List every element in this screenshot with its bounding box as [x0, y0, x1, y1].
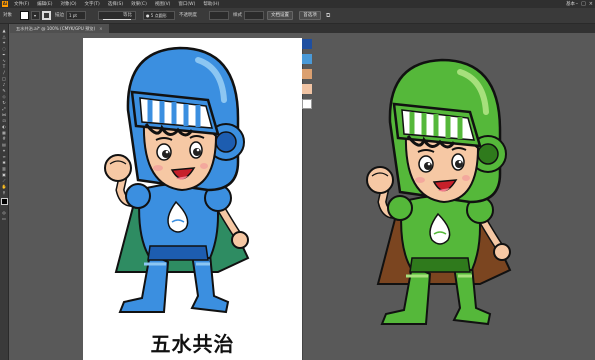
- maximize-icon[interactable]: □: [581, 1, 586, 7]
- menu-help[interactable]: 帮助(H): [203, 1, 219, 7]
- mesh-tool-icon[interactable]: #: [1, 136, 7, 141]
- graph-tool-icon[interactable]: ▥: [1, 166, 7, 171]
- artboard-tool-icon[interactable]: ▣: [1, 172, 7, 177]
- opacity-label[interactable]: 不透明度: [179, 11, 197, 20]
- slice-tool-icon[interactable]: ⟋: [1, 178, 7, 183]
- menu-edit[interactable]: 编辑(E): [37, 1, 52, 7]
- type-tool-icon[interactable]: T: [1, 64, 7, 69]
- graphic-style-dropdown[interactable]: [244, 11, 264, 20]
- minimize-icon[interactable]: –: [576, 1, 579, 7]
- menu-items: 文件(F) 编辑(E) 对象(O) 文字(T) 选择(S) 效果(C) 视图(V…: [14, 1, 219, 7]
- menu-object[interactable]: 对象(O): [60, 1, 76, 7]
- swatch-white[interactable]: [302, 99, 312, 109]
- width-tool-icon[interactable]: ⋈: [1, 112, 7, 117]
- zoom-tool-icon[interactable]: ⚲: [1, 190, 7, 195]
- lasso-tool-icon[interactable]: ◌: [1, 46, 7, 51]
- opacity-field[interactable]: [209, 11, 229, 20]
- stroke-weight-field[interactable]: 1 pt: [66, 11, 86, 20]
- mascot-green[interactable]: [360, 52, 530, 330]
- window-controls: – □ ×: [576, 1, 593, 7]
- menu-window[interactable]: 窗口(W): [178, 1, 195, 7]
- tab-close-icon[interactable]: ×: [99, 26, 103, 31]
- pencil-tool-icon[interactable]: ✎: [1, 88, 7, 93]
- arrange-icon[interactable]: ⧉: [326, 11, 336, 20]
- toolbox: ▲ △ ✦ ◌ ✒ ∿ T / □ ♪ ✎ ◇ ↻ ⤢ ⋈ ⊡ ◐ ▦ # ▤ …: [0, 24, 9, 360]
- pen-tool-icon[interactable]: ✒: [1, 52, 7, 57]
- style-label: 样式: [233, 13, 242, 18]
- scale-tool-icon[interactable]: ⤢: [1, 106, 7, 111]
- menu-effect[interactable]: 效果(C): [131, 1, 147, 7]
- eyedropper-tool-icon[interactable]: ⌖: [1, 148, 7, 153]
- magic-wand-tool-icon[interactable]: ✦: [1, 40, 7, 45]
- fill-dropdown[interactable]: ▾: [31, 11, 40, 20]
- direct-selection-tool-icon[interactable]: △: [1, 34, 7, 39]
- rotate-tool-icon[interactable]: ↻: [1, 100, 7, 105]
- symbol-sprayer-tool-icon[interactable]: ✱: [1, 160, 7, 165]
- control-bar: 对象 ▾ 描边 1 pt 等比 ● 5 点圆形 不透明度 样式 文档设置 首选项…: [0, 8, 595, 24]
- screen-mode-icon[interactable]: ▭: [1, 216, 7, 221]
- perspective-grid-tool-icon[interactable]: ▦: [1, 130, 7, 135]
- menu-bar: Ai 文件(F) 编辑(E) 对象(O) 文字(T) 选择(S) 效果(C) 视…: [0, 0, 595, 8]
- brush-definition-dropdown[interactable]: ● 5 点圆形: [143, 11, 175, 20]
- line-tool-icon[interactable]: /: [1, 70, 7, 75]
- fill-color-indicator[interactable]: [1, 198, 8, 205]
- menu-view[interactable]: 视图(V): [155, 1, 171, 7]
- menu-select[interactable]: 选择(S): [108, 1, 123, 7]
- swatch-tan[interactable]: [302, 69, 312, 79]
- gradient-tool-icon[interactable]: ▤: [1, 142, 7, 147]
- draw-mode-icon[interactable]: ◎: [1, 210, 7, 215]
- chevron-down-icon: ▾: [34, 13, 37, 18]
- document-tab-title: 五水共治.ai* @ 100% (CMYK/GPU 预览): [16, 26, 96, 31]
- fill-stroke-icon[interactable]: [1, 198, 8, 205]
- hand-tool-icon[interactable]: ✋: [1, 184, 7, 189]
- document-tab-bar: 五水共治.ai* @ 100% (CMYK/GPU 预览) ×: [10, 24, 595, 33]
- document-setup-button[interactable]: 文档设置: [267, 11, 293, 20]
- document-tab[interactable]: 五水共治.ai* @ 100% (CMYK/GPU 预览) ×: [10, 24, 109, 33]
- profile-label: 等比: [123, 13, 132, 18]
- close-icon[interactable]: ×: [589, 1, 593, 7]
- preferences-button[interactable]: 首选项: [299, 11, 321, 20]
- selection-tool-icon[interactable]: ▲: [1, 28, 7, 33]
- mascot-blue[interactable]: [98, 40, 268, 318]
- rectangle-tool-icon[interactable]: □: [1, 76, 7, 81]
- blend-tool-icon[interactable]: ∞: [1, 154, 7, 159]
- curvature-tool-icon[interactable]: ∿: [1, 58, 7, 63]
- selection-label: 对象: [3, 13, 12, 18]
- fill-swatch[interactable]: [20, 11, 29, 20]
- stroke-swatch[interactable]: [42, 11, 51, 20]
- swatch-dark-blue[interactable]: [302, 39, 312, 49]
- swatch-blue[interactable]: [302, 54, 312, 64]
- app-logo: Ai: [2, 1, 8, 7]
- free-transform-tool-icon[interactable]: ⊡: [1, 118, 7, 123]
- eraser-tool-icon[interactable]: ◇: [1, 94, 7, 99]
- shape-builder-tool-icon[interactable]: ◐: [1, 124, 7, 129]
- stroke-label: 描边: [55, 13, 64, 18]
- menu-file[interactable]: 文件(F): [14, 1, 29, 7]
- artwork-caption: 五水共治: [150, 332, 235, 356]
- paintbrush-tool-icon[interactable]: ♪: [1, 82, 7, 87]
- swatch-skin[interactable]: [302, 84, 312, 94]
- workspace-switcher[interactable]: 基本: [566, 1, 575, 7]
- menu-type[interactable]: 文字(T): [85, 1, 100, 7]
